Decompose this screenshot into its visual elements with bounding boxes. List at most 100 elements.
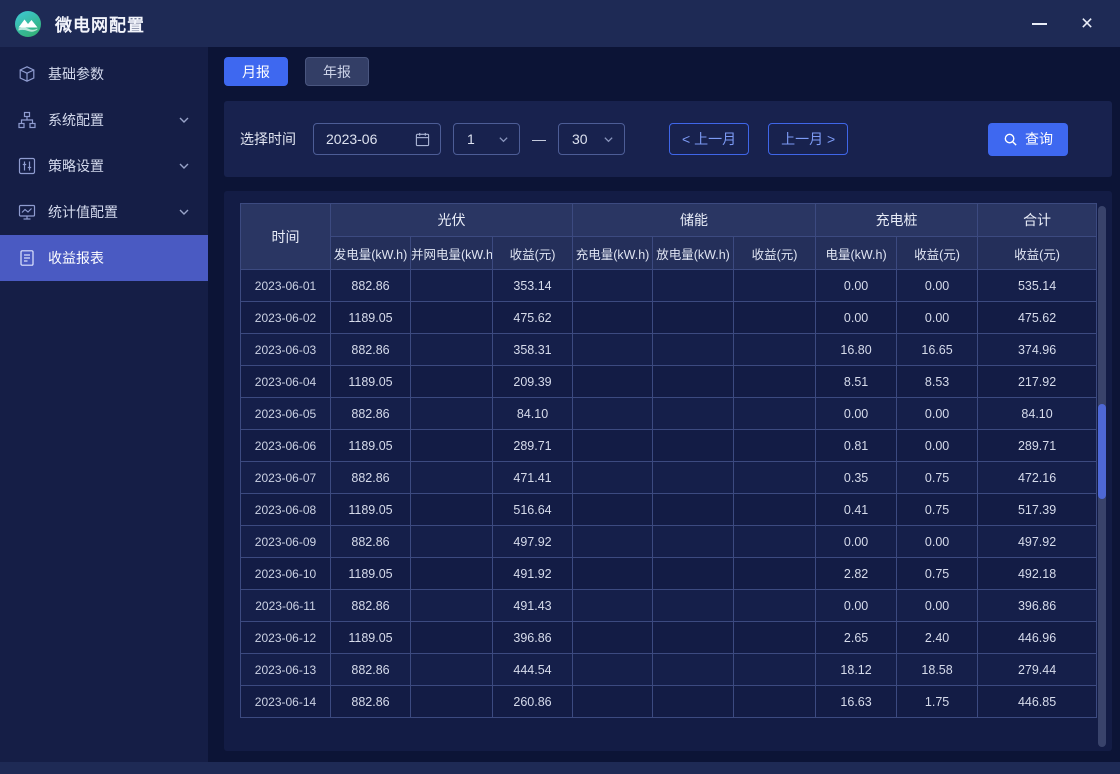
cell-date: 2023-06-09 bbox=[241, 526, 331, 558]
cell-value: 1189.05 bbox=[331, 430, 411, 462]
cell-value: 491.92 bbox=[493, 558, 573, 590]
cell-value bbox=[573, 270, 653, 302]
cell-value bbox=[573, 334, 653, 366]
table-row: 2023-06-01882.86353.140.000.00535.14 bbox=[241, 270, 1097, 302]
cell-value bbox=[653, 462, 734, 494]
cell-value bbox=[653, 590, 734, 622]
month-picker-input[interactable]: 2023-06 bbox=[313, 123, 441, 155]
cell-value: 358.31 bbox=[493, 334, 573, 366]
sidebar-item-stats-config[interactable]: 统计值配置 bbox=[0, 189, 208, 235]
cell-date: 2023-06-01 bbox=[241, 270, 331, 302]
cell-date: 2023-06-13 bbox=[241, 654, 331, 686]
cell-value bbox=[734, 526, 816, 558]
prev-month-button[interactable]: < 上一月 bbox=[669, 123, 749, 155]
cell-value bbox=[653, 302, 734, 334]
cell-value: 492.18 bbox=[978, 558, 1097, 590]
sidebar: 基础参数系统配置策略设置统计值配置收益报表 bbox=[0, 47, 208, 762]
cell-value: 0.00 bbox=[897, 590, 978, 622]
tab-monthly[interactable]: 月报 bbox=[224, 57, 288, 86]
cell-value: 374.96 bbox=[978, 334, 1097, 366]
day-from-value: 1 bbox=[467, 131, 498, 147]
table-sub-header: 收益(元) bbox=[493, 237, 573, 270]
cell-value: 289.71 bbox=[978, 430, 1097, 462]
cell-value: 444.54 bbox=[493, 654, 573, 686]
app-logo-icon bbox=[14, 10, 42, 38]
cell-value: 471.41 bbox=[493, 462, 573, 494]
table-row: 2023-06-14882.86260.8616.631.75446.85 bbox=[241, 686, 1097, 718]
sidebar-menu: 基础参数系统配置策略设置统计值配置收益报表 bbox=[0, 51, 208, 281]
cell-value: 8.51 bbox=[816, 366, 897, 398]
cell-value bbox=[411, 270, 493, 302]
table-row: 2023-06-041189.05209.398.518.53217.92 bbox=[241, 366, 1097, 398]
cell-value bbox=[411, 398, 493, 430]
table-scrollbar-thumb[interactable] bbox=[1098, 404, 1106, 499]
day-to-select[interactable]: 30 bbox=[558, 123, 625, 155]
cell-value bbox=[734, 302, 816, 334]
table-group-header: 合计 bbox=[978, 204, 1097, 237]
cell-value bbox=[653, 494, 734, 526]
cell-date: 2023-06-14 bbox=[241, 686, 331, 718]
cell-value: 882.86 bbox=[331, 398, 411, 430]
cell-value bbox=[573, 622, 653, 654]
cell-value: 209.39 bbox=[493, 366, 573, 398]
tab-annual[interactable]: 年报 bbox=[305, 57, 369, 86]
sidebar-item-label: 基础参数 bbox=[48, 64, 104, 84]
cell-value bbox=[573, 526, 653, 558]
sidebar-item-label: 策略设置 bbox=[48, 156, 104, 176]
table-group-header-row: 时间光伏储能充电桩合计 bbox=[241, 204, 1097, 237]
table-scrollbar-track[interactable] bbox=[1098, 206, 1106, 747]
cell-value bbox=[411, 526, 493, 558]
cell-value: 2.40 bbox=[897, 622, 978, 654]
cell-date: 2023-06-07 bbox=[241, 462, 331, 494]
cell-value bbox=[573, 430, 653, 462]
day-from-select[interactable]: 1 bbox=[453, 123, 520, 155]
cell-value: 0.75 bbox=[897, 558, 978, 590]
sidebar-item-basic-params[interactable]: 基础参数 bbox=[0, 51, 208, 97]
cell-value: 475.62 bbox=[978, 302, 1097, 334]
cell-value: 289.71 bbox=[493, 430, 573, 462]
cell-value: 1.75 bbox=[897, 686, 978, 718]
table-sub-header: 收益(元) bbox=[978, 237, 1097, 270]
select-time-label: 选择时间 bbox=[240, 129, 296, 149]
chevron-down-icon bbox=[603, 134, 614, 145]
cell-value: 0.00 bbox=[897, 526, 978, 558]
cell-value: 2.82 bbox=[816, 558, 897, 590]
table-sub-header-row: 发电量(kW.h)并网电量(kW.h)收益(元)充电量(kW.h)放电量(kW.… bbox=[241, 237, 1097, 270]
close-button[interactable]: × bbox=[1078, 15, 1096, 33]
cell-value bbox=[573, 366, 653, 398]
cell-value bbox=[734, 270, 816, 302]
cell-value bbox=[734, 334, 816, 366]
table-row: 2023-06-13882.86444.5418.1218.58279.44 bbox=[241, 654, 1097, 686]
cell-value: 16.80 bbox=[816, 334, 897, 366]
search-icon bbox=[1003, 132, 1018, 147]
cell-value: 497.92 bbox=[493, 526, 573, 558]
cell-value bbox=[573, 302, 653, 334]
cell-value bbox=[411, 686, 493, 718]
cell-date: 2023-06-04 bbox=[241, 366, 331, 398]
table-row: 2023-06-101189.05491.922.820.75492.18 bbox=[241, 558, 1097, 590]
cell-value: 0.00 bbox=[816, 302, 897, 334]
next-month-button[interactable]: 上一月 > bbox=[768, 123, 848, 155]
cell-value: 517.39 bbox=[978, 494, 1097, 526]
filter-bar: 选择时间 2023-06 1 — 30 bbox=[224, 101, 1112, 177]
sidebar-item-label: 收益报表 bbox=[48, 248, 104, 268]
cell-date: 2023-06-08 bbox=[241, 494, 331, 526]
query-button[interactable]: 查询 bbox=[988, 123, 1068, 156]
cell-date: 2023-06-06 bbox=[241, 430, 331, 462]
cell-value: 279.44 bbox=[978, 654, 1097, 686]
minimize-button[interactable] bbox=[1030, 15, 1048, 33]
cell-value: 16.63 bbox=[816, 686, 897, 718]
table-group-header: 储能 bbox=[573, 204, 816, 237]
cell-value: 0.00 bbox=[897, 302, 978, 334]
cell-value: 882.86 bbox=[331, 270, 411, 302]
cell-value: 0.75 bbox=[897, 494, 978, 526]
sidebar-item-system-config[interactable]: 系统配置 bbox=[0, 97, 208, 143]
sidebar-item-revenue-report[interactable]: 收益报表 bbox=[0, 235, 208, 281]
cell-value: 497.92 bbox=[978, 526, 1097, 558]
table-row: 2023-06-021189.05475.620.000.00475.62 bbox=[241, 302, 1097, 334]
close-icon: × bbox=[1081, 15, 1093, 33]
cell-value: 0.00 bbox=[816, 526, 897, 558]
cell-value bbox=[734, 462, 816, 494]
table-group-header: 时间 bbox=[241, 204, 331, 270]
sidebar-item-strategy-settings[interactable]: 策略设置 bbox=[0, 143, 208, 189]
